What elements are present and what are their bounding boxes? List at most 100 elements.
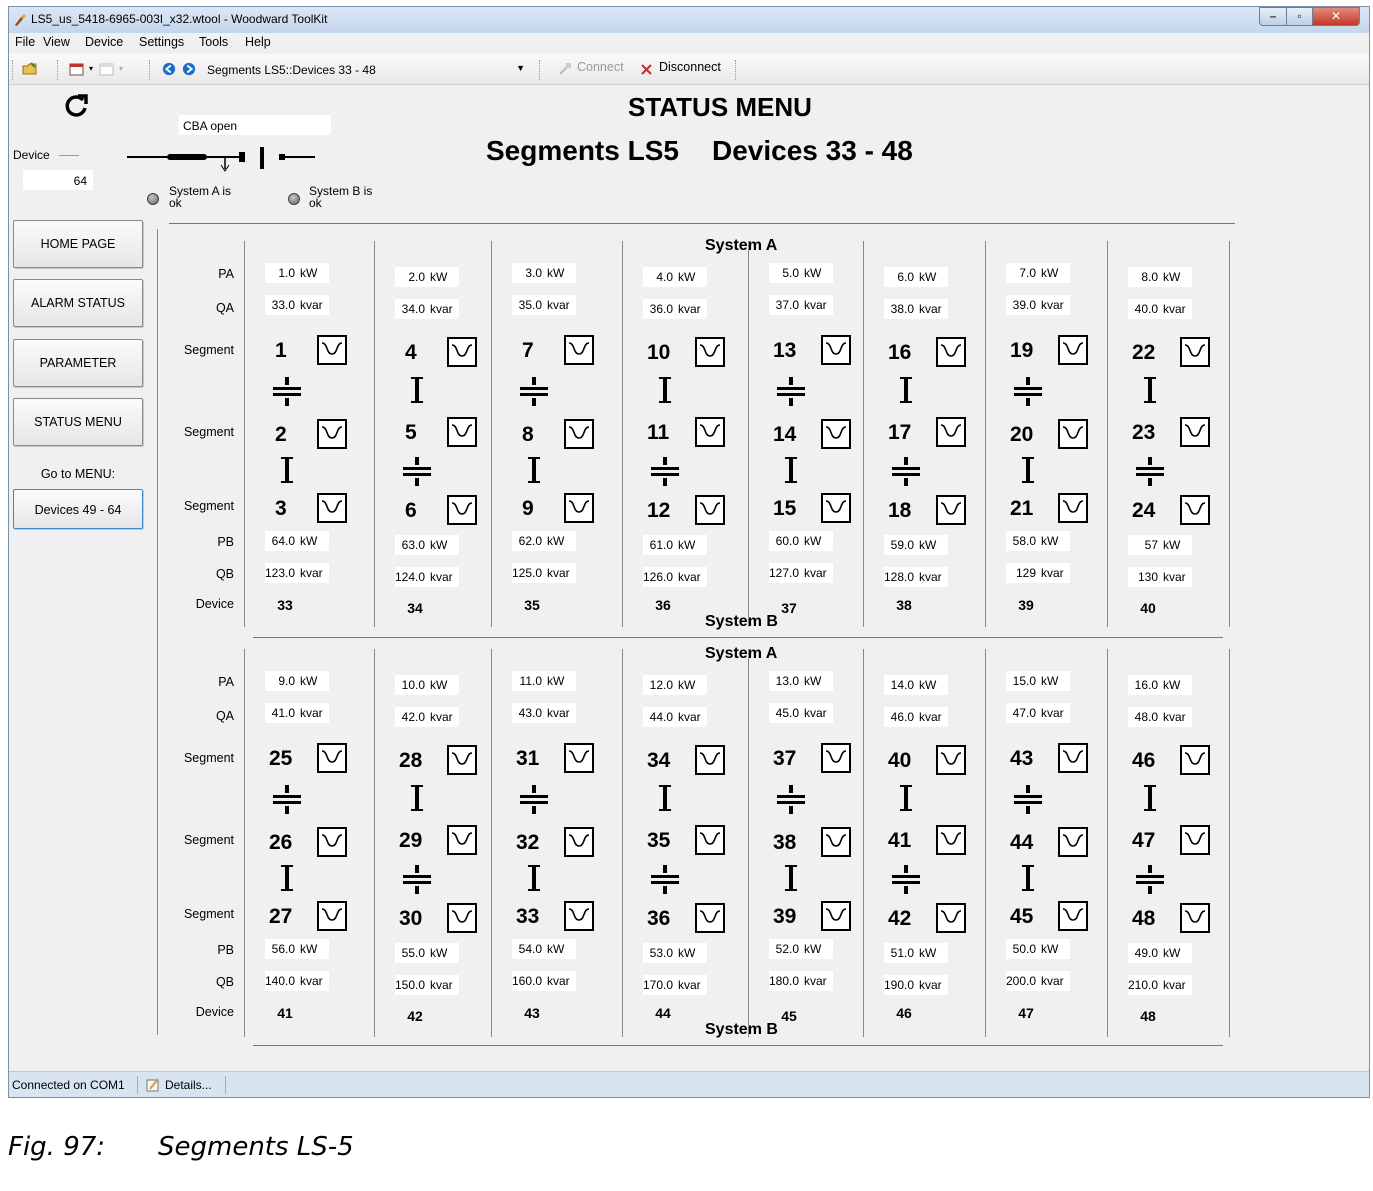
row-label-pa: PA [218,675,234,689]
pb-value-field: 63.0 kW [395,535,459,555]
segment-number: 40 [888,749,912,772]
qb-unit: kvar [804,566,827,580]
details-button[interactable]: Details... [165,1078,212,1092]
connect-icon [559,63,571,75]
alarm-status-button[interactable]: ALARM STATUS [13,279,143,327]
qa-unit: kvar [678,302,701,316]
parameter-button[interactable]: PARAMETER [13,339,143,387]
pb-unit: kW [1041,534,1059,548]
qb-value-field: 125.0 kvar [512,563,576,583]
qa-value-field: 46.0 kvar [884,707,948,727]
connect-button[interactable]: Connect [577,60,624,74]
devices-49-64-button[interactable]: Devices 49 - 64 [13,489,143,529]
generator-icon [564,335,594,365]
column-divider [985,241,986,627]
forward-arrow-icon[interactable] [181,62,197,76]
pa-unit: kW [804,674,822,688]
pa-value: 14.0 [890,678,914,692]
generator-icon [1180,495,1210,525]
generator-icon [564,827,594,857]
qa-unit: kvar [1041,298,1064,312]
qa-value: 40.0 [1134,302,1158,316]
qa-unit: kvar [1163,710,1186,724]
calendar-icon[interactable] [69,62,85,76]
dropdown-arrow-icon[interactable]: ▾ [89,64,93,73]
column-divider [244,649,245,1037]
segment-number: 29 [399,829,423,852]
close-button[interactable]: ✕ [1312,7,1360,26]
open-folder-icon[interactable] [22,62,38,76]
status-separator [137,1076,138,1094]
back-arrow-icon[interactable] [161,62,177,76]
menu-device[interactable]: Device [85,35,123,49]
pb-value-field: 49.0 kW [1128,943,1192,963]
tie-breaker-open-symbol [651,455,679,486]
segment-number: 41 [888,829,912,852]
left-frame-line [157,229,158,1035]
qa-value-field: 47.0 kvar [1006,703,1070,723]
generator-icon [821,827,851,857]
pa-value-field: 11.0 kW [512,671,576,691]
segment-number: 19 [1010,339,1034,362]
maximize-button[interactable]: ▫ [1286,7,1313,26]
device-number: 40 [1140,600,1156,616]
pb-unit: kW [804,942,822,956]
qb-value-field: 180.0 kvar [769,971,833,991]
qb-unit: kvar [678,978,701,992]
segment-number: 18 [888,499,912,522]
qb-unit: kvar [430,978,453,992]
pb-value: 64.0 [271,534,295,548]
disconnect-button[interactable]: Disconnect [659,60,721,74]
status-separator [225,1076,226,1094]
figure-caption: Fig. 97: Segments LS-5 [8,1132,354,1162]
qb-value: 127.0 [768,566,799,580]
pb-value-field: 55.0 kW [395,943,459,963]
segment-number: 34 [647,749,671,772]
column-divider [985,649,986,1037]
pb-value-field: 54.0 kW [512,939,576,959]
qb-unit: kvar [1163,570,1186,584]
qb-value-field: 150.0 kvar [395,975,459,995]
dropdown-arrow-icon: ▾ [119,64,124,73]
segment-number: 28 [399,749,423,772]
device-number: 46 [896,1005,912,1021]
qb-value-field: 129 kvar [1006,563,1070,583]
qa-value-field: 33.0 kvar [265,295,329,315]
row-label-segment: Segment [183,833,234,847]
generator-icon [1180,337,1210,367]
tie-breaker-open-symbol [651,863,679,894]
menu-view[interactable]: View [43,35,70,49]
generator-icon [1180,745,1210,775]
minimize-button[interactable]: – [1259,7,1287,26]
pa-value: 2.0 [408,270,425,284]
generator-icon [936,825,966,855]
menu-tools[interactable]: Tools [199,35,228,49]
qa-unit: kvar [430,710,453,724]
segment-number: 45 [1010,905,1034,928]
status-menu-button[interactable]: STATUS MENU [13,398,143,446]
segment-number: 43 [1010,747,1034,770]
pb-value: 58.0 [1012,534,1036,548]
menu-file[interactable]: File [15,35,35,49]
segment-number: 20 [1010,423,1034,446]
woodward-app-icon [15,14,26,26]
menu-settings[interactable]: Settings [139,35,184,49]
qa-value-field: 43.0 kvar [512,703,576,723]
chevron-down-icon[interactable]: ▼ [516,63,525,73]
column-divider [374,649,375,1037]
page-subtitle-devices: Devices 33 - 48 [712,135,913,166]
pa-value: 12.0 [649,678,673,692]
segment-number: 22 [1132,341,1156,364]
segment-number: 3 [275,497,287,520]
generator-icon [1180,825,1210,855]
generator-icon [317,827,347,857]
qa-value-field: 38.0 kvar [884,299,948,319]
segment-number: 2 [275,423,287,446]
restore-icon: ▫ [1297,9,1302,23]
generator-icon [1058,419,1088,449]
page-selector-combo[interactable]: Segments LS5::Devices 33 - 48 ▼ [201,60,531,78]
pa-value: 16.0 [1134,678,1158,692]
home-page-button[interactable]: HOME PAGE [13,220,143,268]
menu-help[interactable]: Help [245,35,271,49]
pb-value: 56.0 [271,942,295,956]
